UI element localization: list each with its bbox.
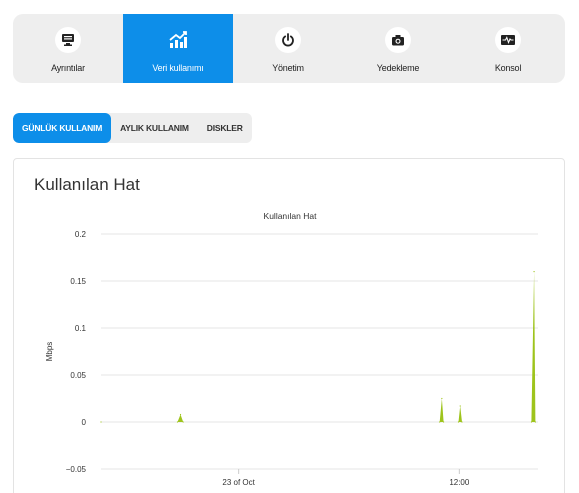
data-point: [441, 397, 443, 400]
y-tick-label: −0.05: [66, 465, 87, 474]
usage-subtabs: GÜNLÜK KULLANIM AYLIK KULLANIM DISKLER: [13, 113, 252, 143]
tab-data-usage[interactable]: Veri kullanımı: [123, 14, 233, 83]
data-point: [461, 421, 463, 423]
bandwidth-card: Kullanılan Hat Kullanılan Hat Mbps −0.05…: [13, 158, 565, 493]
tab-management-label: Yönetim: [272, 63, 304, 73]
tab-backup-label: Yedekleme: [376, 63, 420, 73]
tab-management[interactable]: Yönetim: [233, 14, 343, 83]
subtab-disks[interactable]: DISKLER: [198, 113, 252, 143]
subtab-monthly-usage[interactable]: AYLIK KULLANIM: [111, 113, 198, 143]
y-tick-label: 0.05: [70, 371, 86, 380]
y-tick-label: 0: [82, 418, 87, 427]
console-icon: [495, 27, 521, 53]
tab-navigation: Ayrıntılar Veri kullanımı Yönetim Yedekl…: [13, 14, 565, 83]
x-tick-label: 23 of Oct: [222, 478, 255, 487]
power-icon: [275, 27, 301, 53]
data-point: [439, 421, 441, 423]
data-point: [457, 421, 460, 423]
camera-icon: [385, 27, 411, 53]
y-tick-label: 0.1: [75, 324, 87, 333]
series-area: [101, 271, 536, 422]
data-point: [443, 421, 445, 423]
data-point: [182, 421, 184, 423]
data-point: [176, 421, 179, 423]
y-axis-label: Mbps: [45, 342, 54, 362]
data-point: [459, 405, 461, 407]
bandwidth-chart: Kullanılan Hat Mbps −0.05 0 0.05 0.1 0.15 0.2…: [45, 211, 538, 487]
monitor-icon: [55, 27, 81, 53]
tab-details[interactable]: Ayrıntılar: [13, 14, 123, 83]
tab-data-usage-label: Veri kullanımı: [152, 63, 204, 73]
tab-console-label: Konsol: [494, 63, 522, 73]
chart-icon: [165, 27, 191, 53]
y-tick-label: 0.2: [75, 230, 87, 239]
data-point: [530, 421, 533, 423]
data-point: [534, 421, 536, 423]
data-point: [179, 413, 182, 416]
tab-backup[interactable]: Yedekleme: [343, 14, 453, 83]
x-tick-label: 12:00: [449, 478, 470, 487]
y-tick-label: 0.15: [70, 277, 86, 286]
data-point: [100, 421, 102, 423]
subtab-daily-usage[interactable]: GÜNLÜK KULLANIM: [13, 113, 112, 143]
data-point: [533, 271, 535, 273]
tab-console[interactable]: Konsol: [453, 14, 563, 83]
chart-title: Kullanılan Hat: [264, 211, 318, 221]
tab-details-label: Ayrıntılar: [51, 63, 85, 73]
